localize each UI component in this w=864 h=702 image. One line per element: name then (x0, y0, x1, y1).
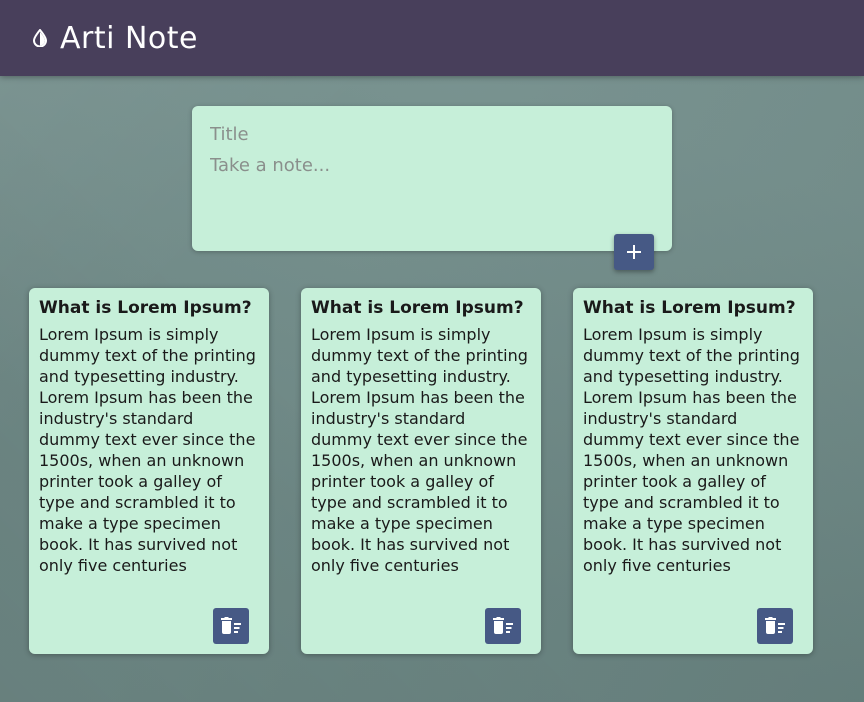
note-composer (192, 106, 672, 251)
delete-note-button[interactable] (485, 608, 521, 644)
note-title: What is Lorem Ipsum? (583, 298, 796, 318)
note-card: What is Lorem Ipsum? Lorem Ipsum is simp… (301, 288, 541, 654)
note-title: What is Lorem Ipsum? (311, 298, 524, 318)
title-input[interactable] (210, 124, 654, 145)
note-content: Lorem Ipsum is simply dummy text of the … (39, 325, 256, 575)
app-header: Arti Note (0, 0, 864, 76)
delete-note-button[interactable] (213, 608, 249, 644)
drop-half-icon (32, 29, 48, 47)
note-title: What is Lorem Ipsum? (39, 298, 252, 318)
note-content: Lorem Ipsum is simply dummy text of the … (583, 325, 800, 575)
app-title: Arti Note (60, 20, 199, 56)
note-content: Lorem Ipsum is simply dummy text of the … (311, 325, 528, 575)
add-note-button[interactable] (614, 234, 654, 270)
note-content-input[interactable] (210, 155, 654, 215)
delete-sweep-icon (221, 617, 241, 634)
delete-sweep-icon (765, 617, 785, 634)
note-card: What is Lorem Ipsum? Lorem Ipsum is simp… (573, 288, 813, 654)
plus-icon (627, 245, 641, 259)
delete-sweep-icon (493, 617, 513, 634)
note-card: What is Lorem Ipsum? Lorem Ipsum is simp… (29, 288, 269, 654)
delete-note-button[interactable] (757, 608, 793, 644)
